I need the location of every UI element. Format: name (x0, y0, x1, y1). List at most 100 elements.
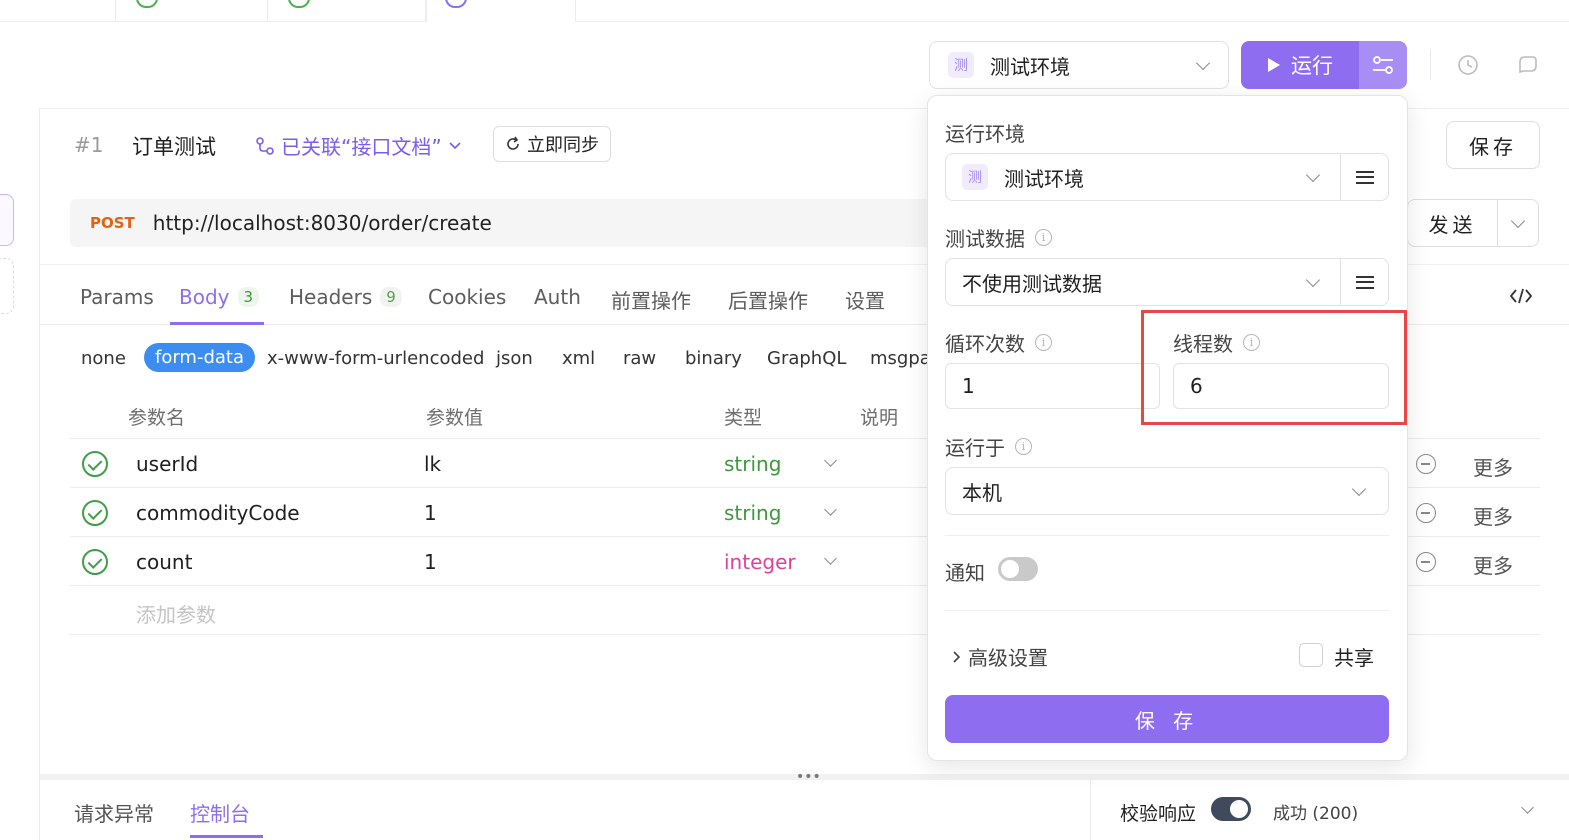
share-checkbox[interactable] (1299, 643, 1323, 667)
menu-icon (1355, 170, 1374, 184)
toolbar-divider (1430, 50, 1431, 80)
loop-count-label: 循环次数 i (945, 328, 1052, 357)
env-manage-button[interactable] (1340, 154, 1388, 200)
remove-row-icon[interactable] (1416, 552, 1436, 572)
linked-doc-link[interactable]: 已关联“接口文档” (255, 131, 462, 160)
advanced-settings-toggle[interactable]: 高级设置 (952, 642, 1048, 671)
loop-count-input[interactable]: 1 (945, 363, 1160, 409)
send-options-button[interactable] (1497, 199, 1539, 247)
rail-item-active[interactable] (0, 194, 14, 246)
param-type[interactable]: string (724, 501, 781, 525)
param-value[interactable]: lk (424, 452, 441, 476)
tab-pre-operations[interactable]: 前置操作 (611, 285, 691, 314)
drag-handle-icon[interactable]: ••• (796, 770, 821, 784)
body-type-json[interactable]: json (496, 348, 533, 369)
run-env-value: 测试环境 (1004, 166, 1084, 191)
body-type-binary[interactable]: binary (685, 348, 742, 369)
tab-post-operations[interactable]: 后置操作 (728, 285, 808, 314)
environment-select[interactable]: 测 测试环境 (929, 41, 1229, 89)
run-env-select[interactable]: 测 测试环境 (945, 153, 1389, 201)
body-type-graphql[interactable]: GraphQL (767, 348, 846, 369)
tab-console[interactable]: 控制台 (190, 798, 250, 827)
notify-label: 通知 (945, 561, 985, 585)
row-enabled-checkbox[interactable] (82, 549, 108, 575)
param-name[interactable]: userId (136, 452, 198, 476)
param-name[interactable]: count (136, 550, 192, 574)
run-config-button[interactable] (1359, 41, 1407, 89)
body-type-none[interactable]: none (81, 348, 126, 369)
info-icon[interactable]: i (1015, 438, 1032, 455)
tab-body[interactable]: Body 3 (179, 285, 260, 309)
response-status: 成功 (200) (1273, 804, 1359, 824)
remove-row-icon[interactable] (1416, 503, 1436, 523)
test-data-manage-button[interactable] (1340, 259, 1388, 305)
row-enabled-checkbox[interactable] (82, 451, 108, 477)
request-title[interactable]: 订单测试 (132, 131, 216, 161)
tab-request-errors[interactable]: 请求异常 (74, 798, 154, 827)
param-type[interactable]: integer (724, 550, 796, 574)
chevron-down-icon (1305, 167, 1321, 183)
linked-doc-label: 已关联“接口文档” (281, 135, 442, 159)
body-type-msgpack[interactable]: msgpac (870, 348, 927, 369)
body-type-xml[interactable]: xml (562, 348, 595, 369)
code-icon[interactable] (1510, 287, 1532, 305)
info-icon[interactable]: i (1035, 334, 1052, 351)
param-type[interactable]: string (724, 452, 781, 476)
url-bar[interactable]: POST http://localhost:8030/order/create (70, 199, 940, 247)
send-button[interactable]: 发送 (1407, 199, 1497, 247)
test-data-select[interactable]: 不使用测试数据 (945, 258, 1389, 306)
advanced-settings-label: 高级设置 (968, 646, 1048, 670)
sync-label: 立即同步 (527, 135, 599, 156)
run-env-label: 运行环境 (945, 122, 1025, 146)
share-label: 共享 (1334, 646, 1374, 670)
row-more-link[interactable]: 更多 (1473, 452, 1513, 481)
menu-icon (1355, 275, 1374, 289)
tab-headers[interactable]: Headers 9 (289, 285, 402, 309)
request-tab[interactable] (116, 0, 268, 22)
run-button[interactable]: 运行 (1241, 41, 1359, 89)
env-badge: 测 (948, 52, 974, 78)
param-value[interactable]: 1 (424, 550, 437, 574)
request-tab[interactable] (268, 0, 426, 22)
chevron-down-icon[interactable] (824, 454, 837, 467)
save-button[interactable]: 保存 (1446, 121, 1540, 169)
request-tab-strip (0, 0, 1569, 22)
validate-response-label: 校验响应 (1120, 803, 1197, 825)
add-param-input[interactable]: 添加参数 (136, 599, 216, 628)
body-type-form-data[interactable]: form-data (144, 343, 256, 372)
tab-settings[interactable]: 设置 (845, 285, 885, 314)
col-header-name: 参数名 (128, 407, 186, 429)
run-on-select[interactable]: 本机 (945, 467, 1389, 515)
history-icon[interactable] (1457, 54, 1479, 76)
info-icon[interactable]: i (1035, 229, 1052, 246)
chevron-down-icon[interactable] (824, 552, 837, 565)
row-enabled-checkbox[interactable] (82, 500, 108, 526)
request-tab-active[interactable] (426, 0, 576, 22)
tab-count: 9 (380, 287, 402, 307)
notify-toggle[interactable] (998, 557, 1038, 581)
chevron-down-icon[interactable] (1521, 801, 1534, 814)
row-more-link[interactable]: 更多 (1473, 501, 1513, 530)
comment-icon[interactable] (1516, 54, 1538, 76)
http-method[interactable]: POST (90, 214, 135, 232)
tab-cookies[interactable]: Cookies (428, 285, 506, 309)
tab-auth[interactable]: Auth (534, 285, 581, 309)
row-more-link[interactable]: 更多 (1473, 550, 1513, 579)
validate-response-toggle[interactable] (1211, 797, 1251, 821)
sync-button[interactable]: 立即同步 (493, 126, 611, 162)
body-type-raw[interactable]: raw (623, 348, 656, 369)
tab-params[interactable]: Params (80, 285, 154, 309)
remove-row-icon[interactable] (1416, 454, 1436, 474)
param-value[interactable]: 1 (424, 501, 437, 525)
body-type-urlencoded[interactable]: x-www-form-urlencoded (267, 348, 484, 369)
run-config-save-button[interactable]: 保 存 (945, 695, 1389, 743)
request-tab[interactable] (0, 0, 116, 22)
url-input[interactable]: http://localhost:8030/order/create (153, 211, 492, 235)
tab-count: 3 (237, 287, 260, 307)
chevron-down-icon[interactable] (824, 503, 837, 516)
run-on-value: 本机 (962, 480, 1002, 505)
param-name[interactable]: commodityCode (136, 501, 300, 525)
annotation-highlight-box (1141, 310, 1407, 425)
tab-request-icon (445, 0, 467, 8)
rail-item[interactable] (0, 258, 14, 314)
